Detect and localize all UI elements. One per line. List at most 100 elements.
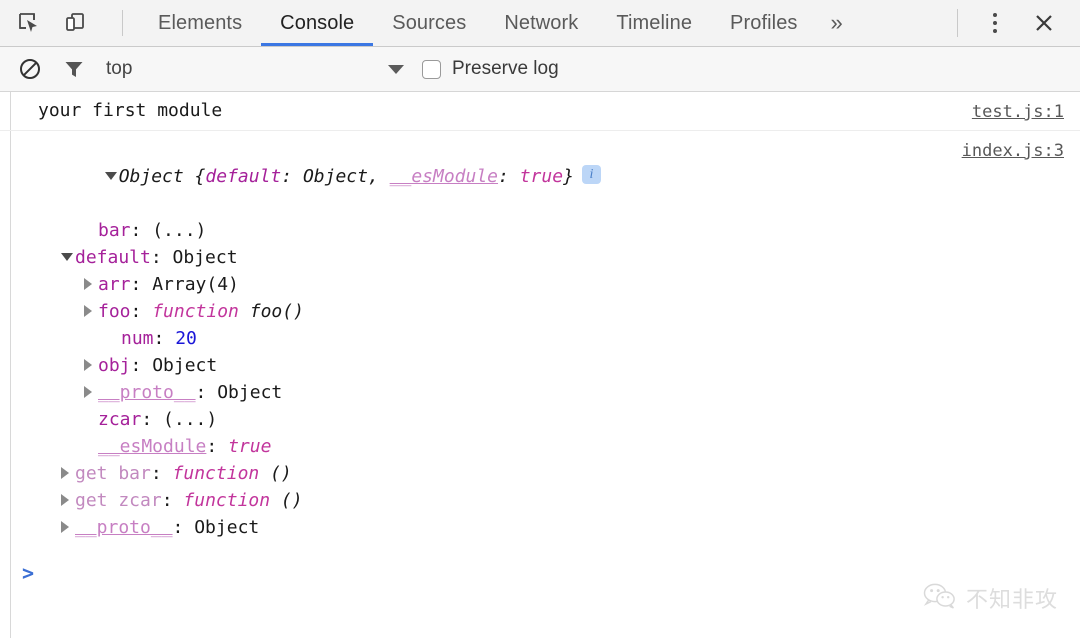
tabbar-left-icons <box>0 0 123 46</box>
object-property-row[interactable]: zcar: (...) <box>38 406 1080 433</box>
property-token: : Object <box>150 246 238 268</box>
console-message-area[interactable]: your first module test.js:1 index.js:3 O… <box>0 92 1080 638</box>
tab-network[interactable]: Network <box>485 0 597 46</box>
object-property-row[interactable]: num: 20 <box>38 325 1080 352</box>
object-property-row[interactable]: __proto__: Object <box>38 514 1080 541</box>
property-token: get bar <box>75 462 151 484</box>
chevron-down-icon[interactable] <box>104 171 117 180</box>
chevron-right-icon[interactable] <box>61 466 69 479</box>
object-property-row[interactable]: foo: function foo() <box>38 298 1080 325</box>
kebab-dot <box>993 21 997 25</box>
property-token: foo <box>98 300 131 322</box>
property-token: true <box>228 435 272 457</box>
property-token: : Object <box>130 354 218 376</box>
disclosure-arrow-slot[interactable] <box>104 163 119 190</box>
property-token: () <box>259 462 292 484</box>
property-token: : <box>161 489 184 511</box>
property-token: zcar <box>98 408 142 430</box>
clear-console-icon[interactable] <box>14 53 46 85</box>
tabbar-right-divider <box>957 9 958 37</box>
panel-tabs: Elements Console Sources Network Timelin… <box>139 0 857 46</box>
preview-token: __esModule <box>389 165 499 187</box>
property-token: : (...) <box>130 219 207 241</box>
tab-console[interactable]: Console <box>261 0 374 46</box>
preview-token: true <box>519 165 564 187</box>
property-token: : (...) <box>141 408 218 430</box>
kebab-dot <box>993 13 997 17</box>
object-preview-header[interactable]: Object {default: Object, __esModule: tru… <box>18 136 1080 217</box>
console-filter-bar: top Preserve log <box>0 47 1080 92</box>
object-property-row[interactable]: get bar: function () <box>38 460 1080 487</box>
preview-token: : Object, <box>281 165 390 187</box>
property-token: : Object <box>195 381 283 403</box>
disclosure-arrow-slot[interactable] <box>61 460 75 487</box>
chevron-right-icon[interactable] <box>84 304 92 317</box>
property-token: : <box>153 327 176 349</box>
object-property-row[interactable]: arr: Array(4) <box>38 271 1080 298</box>
execution-context-select[interactable]: top <box>102 58 422 80</box>
console-message-log[interactable]: your first module test.js:1 <box>0 92 1080 131</box>
tab-sources[interactable]: Sources <box>373 0 485 46</box>
object-property-row[interactable]: bar: (...) <box>38 217 1080 244</box>
preview-token: } <box>563 165 574 187</box>
disclosure-arrow-slot[interactable] <box>84 298 98 325</box>
close-icon[interactable] <box>1026 5 1062 41</box>
disclosure-arrow-slot[interactable] <box>61 487 75 514</box>
filter-icon[interactable] <box>58 53 90 85</box>
property-token: 20 <box>175 327 197 349</box>
object-property-row[interactable]: obj: Object <box>38 352 1080 379</box>
tab-profiles[interactable]: Profiles <box>711 0 817 46</box>
object-property-row[interactable]: get zcar: function () <box>38 487 1080 514</box>
property-token: function <box>152 300 239 322</box>
property-token: get zcar <box>75 489 162 511</box>
disclosure-arrow-slot[interactable] <box>84 379 98 406</box>
chevron-down-icon[interactable] <box>61 252 73 261</box>
property-token: num <box>121 327 154 349</box>
property-token: : <box>150 462 173 484</box>
source-link[interactable]: test.js:1 <box>972 99 1064 125</box>
console-prompt[interactable]: > <box>0 551 1080 595</box>
chevron-right-icon[interactable] <box>84 385 92 398</box>
kebab-menu-icon[interactable] <box>980 7 1010 39</box>
chevron-right-icon[interactable] <box>61 493 69 506</box>
devtools-tabbar: Elements Console Sources Network Timelin… <box>0 0 1080 47</box>
preview-token: default <box>205 165 282 187</box>
more-tabs-button[interactable]: » <box>817 0 857 46</box>
console-message-object[interactable]: index.js:3 Object {default: Object, __es… <box>0 131 1080 551</box>
inspect-element-icon[interactable] <box>14 8 44 38</box>
preserve-log-checkbox[interactable]: Preserve log <box>422 58 559 80</box>
disclosure-arrow-slot[interactable] <box>84 271 98 298</box>
property-token: () <box>270 489 303 511</box>
checkbox-box[interactable] <box>422 59 441 79</box>
disclosure-arrow-slot[interactable] <box>61 244 75 271</box>
device-toolbar-icon[interactable] <box>60 8 90 38</box>
property-token: foo() <box>238 300 304 322</box>
prompt-caret: > <box>22 560 35 585</box>
kebab-dot <box>993 29 997 33</box>
chevron-down-icon[interactable] <box>388 64 404 74</box>
chevron-right-icon[interactable] <box>84 358 92 371</box>
property-token: bar <box>98 219 131 241</box>
object-property-tree[interactable]: bar: (...) default: Object arr: Array(4) fo… <box>38 217 1080 541</box>
chevron-right-icon[interactable] <box>84 277 92 290</box>
info-badge-icon[interactable]: i <box>581 165 601 185</box>
preview-token: Object { <box>118 165 206 187</box>
disclosure-arrow-slot[interactable] <box>84 352 98 379</box>
property-token: arr <box>98 273 131 295</box>
log-text: your first module <box>38 100 223 121</box>
disclosure-arrow-slot[interactable] <box>61 514 75 541</box>
object-preview-text: Object {default: Object, __esModule: tru… <box>119 166 574 187</box>
preview-token: : <box>498 165 520 187</box>
object-property-row[interactable]: __esModule: true <box>38 433 1080 460</box>
property-token: __proto__ <box>75 516 173 538</box>
object-property-row[interactable]: __proto__: Object <box>38 379 1080 406</box>
execution-context-value: top <box>106 58 133 79</box>
property-token: __esModule <box>98 435 207 457</box>
property-token: function <box>183 489 271 511</box>
property-token: : Object <box>172 516 260 538</box>
property-token: : Array(4) <box>130 273 239 295</box>
chevron-right-icon[interactable] <box>61 520 69 533</box>
tab-timeline[interactable]: Timeline <box>597 0 711 46</box>
tab-elements[interactable]: Elements <box>139 0 261 46</box>
object-property-row[interactable]: default: Object <box>38 244 1080 271</box>
